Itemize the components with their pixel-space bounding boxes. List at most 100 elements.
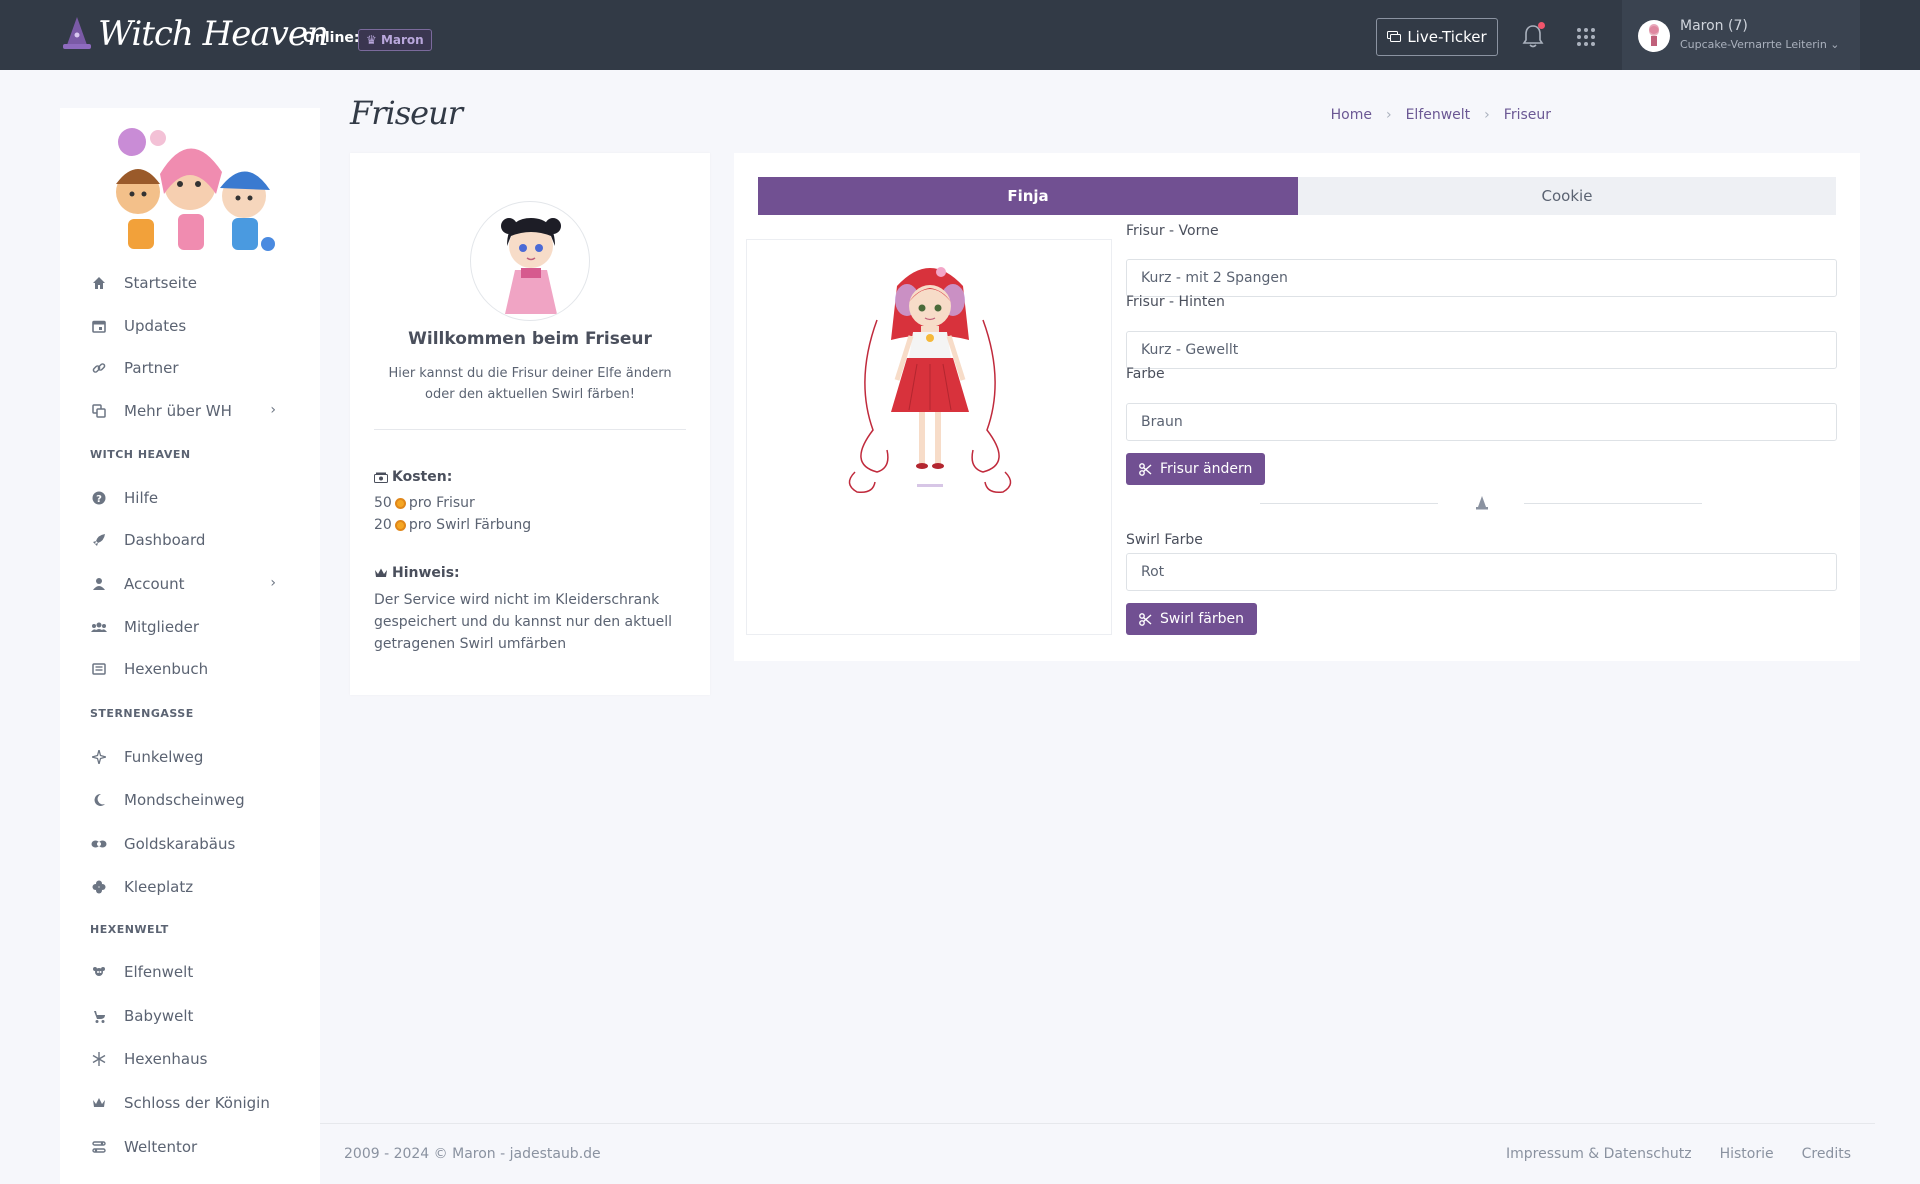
portal-icon bbox=[90, 1138, 108, 1156]
clover-icon bbox=[90, 878, 108, 896]
hint-label: Hinweis: bbox=[392, 565, 460, 581]
sidebar-item-label: Hilfe bbox=[124, 489, 159, 507]
sidebar-item-weltentor[interactable]: Weltentor bbox=[90, 1132, 310, 1162]
chevron-down-icon: ⌄ bbox=[1830, 38, 1840, 51]
sidebar-item-label: Updates bbox=[124, 317, 187, 335]
sidebar-item-label: Startseite bbox=[124, 274, 197, 292]
front-hair-select[interactable]: Kurz - mit 2 Spangen bbox=[1126, 259, 1837, 297]
change-hair-button[interactable]: Frisur ändern bbox=[1126, 453, 1266, 485]
footer-links: Impressum & Datenschutz Historie Credits bbox=[1506, 1146, 1851, 1162]
sidebar-item-label: Weltentor bbox=[124, 1138, 198, 1156]
logo-text: Witch Heaven bbox=[98, 14, 329, 54]
sidebar-item-goldskarabaeus[interactable]: Goldskarabäus bbox=[90, 829, 310, 859]
info-card: Willkommen beim Friseur Hier kannst du d… bbox=[350, 153, 710, 695]
sidebar-item-funkelweg[interactable]: Funkelweg bbox=[90, 742, 310, 772]
sidebar-item-account[interactable]: Account › bbox=[90, 569, 310, 599]
sidebar-item-dashboard[interactable]: Dashboard bbox=[90, 525, 310, 555]
color-label: Farbe bbox=[1126, 366, 1165, 382]
scissors-icon bbox=[1139, 462, 1152, 476]
sidebar-item-kleeplatz[interactable]: Kleeplatz bbox=[90, 872, 310, 902]
moon-icon bbox=[90, 791, 108, 809]
crown-icon bbox=[375, 568, 387, 577]
breadcrumb-home[interactable]: Home bbox=[1331, 107, 1372, 123]
sidebar-item-mehr-ueber-wh[interactable]: Mehr über WH › bbox=[90, 396, 310, 426]
sidebar-item-label: Mondscheinweg bbox=[124, 791, 245, 809]
sidebar-item-mondscheinweg[interactable]: Mondscheinweg bbox=[90, 785, 310, 815]
copyright: 2009 - 2024 © Maron - jadestaub.de bbox=[344, 1146, 601, 1162]
divider bbox=[1260, 503, 1438, 504]
sidebar-item-hilfe[interactable]: ? Hilfe bbox=[90, 483, 310, 513]
divider bbox=[374, 429, 686, 430]
user-menu[interactable]: Maron (7) Cupcake-Vernarrte Leiterin ⌄ bbox=[1622, 0, 1860, 70]
sidebar-item-label: Kleeplatz bbox=[124, 878, 194, 896]
users-icon bbox=[90, 618, 108, 636]
hairdresser-card: Finja Cookie Frisur - Vorne Kurz - mit 2… bbox=[734, 153, 1860, 661]
divider bbox=[1524, 503, 1702, 504]
cost-label: Kosten: bbox=[392, 469, 453, 485]
footer-link-credits[interactable]: Credits bbox=[1802, 1146, 1851, 1162]
book-icon bbox=[90, 660, 108, 678]
sidebar-item-startseite[interactable]: Startseite bbox=[90, 268, 310, 298]
fairy-icon bbox=[90, 963, 108, 981]
copy-icon bbox=[90, 402, 108, 420]
hairdresser-avatar bbox=[470, 201, 590, 321]
welcome-text: Hier kannst du die Frisur deiner Elfe än… bbox=[388, 366, 672, 402]
online-label: Online: bbox=[303, 30, 360, 46]
cost-swirl-text: pro Swirl Färbung bbox=[408, 517, 532, 533]
scissors-icon bbox=[1139, 612, 1152, 626]
breadcrumb-current: Friseur bbox=[1503, 107, 1551, 123]
sidebar-item-elfenwelt[interactable]: Elfenwelt bbox=[90, 957, 310, 987]
sidebar-item-updates[interactable]: Updates bbox=[90, 311, 310, 341]
online-user-name: Maron bbox=[380, 33, 424, 47]
swirl-color-button[interactable]: Swirl färben bbox=[1126, 603, 1257, 635]
front-hair-label: Frisur - Vorne bbox=[1126, 223, 1219, 239]
breadcrumb-elfenwelt[interactable]: Elfenwelt bbox=[1406, 107, 1471, 123]
swirl-color-button-label: Swirl färben bbox=[1160, 611, 1244, 627]
chevron-right-icon: › bbox=[270, 575, 276, 591]
sidebar-item-mitglieder[interactable]: Mitglieder bbox=[90, 612, 310, 642]
sidebar-item-schloss-der-koenigin[interactable]: Schloss der Königin bbox=[90, 1088, 310, 1118]
back-hair-label: Frisur - Hinten bbox=[1126, 294, 1225, 310]
tab-finja[interactable]: Finja bbox=[758, 177, 1298, 215]
tab-cookie[interactable]: Cookie bbox=[1298, 177, 1836, 215]
live-ticker-button[interactable]: Live-Ticker bbox=[1376, 18, 1498, 56]
link-icon bbox=[90, 359, 108, 377]
sidebar-item-hexenhaus[interactable]: Hexenhaus bbox=[90, 1044, 310, 1074]
sidebar: Startseite Updates Partner Mehr über WH … bbox=[60, 108, 320, 1184]
sidebar-item-label: Mehr über WH bbox=[124, 402, 232, 420]
footer-link-historie[interactable]: Historie bbox=[1720, 1146, 1774, 1162]
home-icon bbox=[90, 274, 108, 292]
stroller-icon bbox=[90, 1007, 108, 1025]
sidebar-item-partner[interactable]: Partner bbox=[90, 353, 310, 383]
footer-link-impressum[interactable]: Impressum & Datenschutz bbox=[1506, 1146, 1692, 1162]
sidebar-item-label: Babywelt bbox=[124, 1007, 194, 1025]
welcome-title: Willkommen beim Friseur bbox=[408, 329, 652, 349]
hint-text: Der Service wird nicht im Kleiderschrank… bbox=[374, 592, 672, 652]
color-select[interactable]: Braun bbox=[1126, 403, 1837, 441]
back-hair-select[interactable]: Kurz - Gewellt bbox=[1126, 331, 1837, 369]
chevron-right-icon: › bbox=[270, 402, 276, 418]
elf-preview-image bbox=[746, 239, 1112, 635]
user-name: Maron (7) bbox=[1680, 18, 1748, 34]
site-logo[interactable]: Witch Heaven bbox=[62, 14, 329, 54]
apps-grid-icon[interactable] bbox=[1577, 28, 1595, 46]
breadcrumb-separator-icon: › bbox=[1484, 107, 1490, 123]
change-hair-label: Frisur ändern bbox=[1160, 461, 1253, 477]
sidebar-banner-image[interactable] bbox=[98, 114, 288, 262]
top-navbar: Witch Heaven Online: ♛ Maron Live-Ticker… bbox=[0, 0, 1920, 70]
snowflake-icon bbox=[90, 1050, 108, 1068]
cost-hair-text: pro Frisur bbox=[408, 495, 475, 511]
online-user-badge[interactable]: ♛ Maron bbox=[358, 29, 432, 51]
hint-heading: Hinweis: bbox=[374, 565, 460, 581]
live-ticker-label: Live-Ticker bbox=[1407, 28, 1487, 46]
footer: 2009 - 2024 © Maron - jadestaub.de Impre… bbox=[320, 1123, 1875, 1184]
cost-heading: Kosten: bbox=[374, 469, 452, 485]
swirl-color-select[interactable]: Rot bbox=[1126, 553, 1837, 591]
page-title: Friseur bbox=[350, 94, 463, 132]
sidebar-item-label: Partner bbox=[124, 359, 179, 377]
sidebar-item-babywelt[interactable]: Babywelt bbox=[90, 1001, 310, 1031]
section-heading-sternengasse: STERNENGASSE bbox=[90, 707, 194, 720]
sidebar-item-hexenbuch[interactable]: Hexenbuch bbox=[90, 654, 310, 684]
scarab-icon bbox=[90, 835, 108, 853]
chat-icon bbox=[1387, 31, 1402, 42]
